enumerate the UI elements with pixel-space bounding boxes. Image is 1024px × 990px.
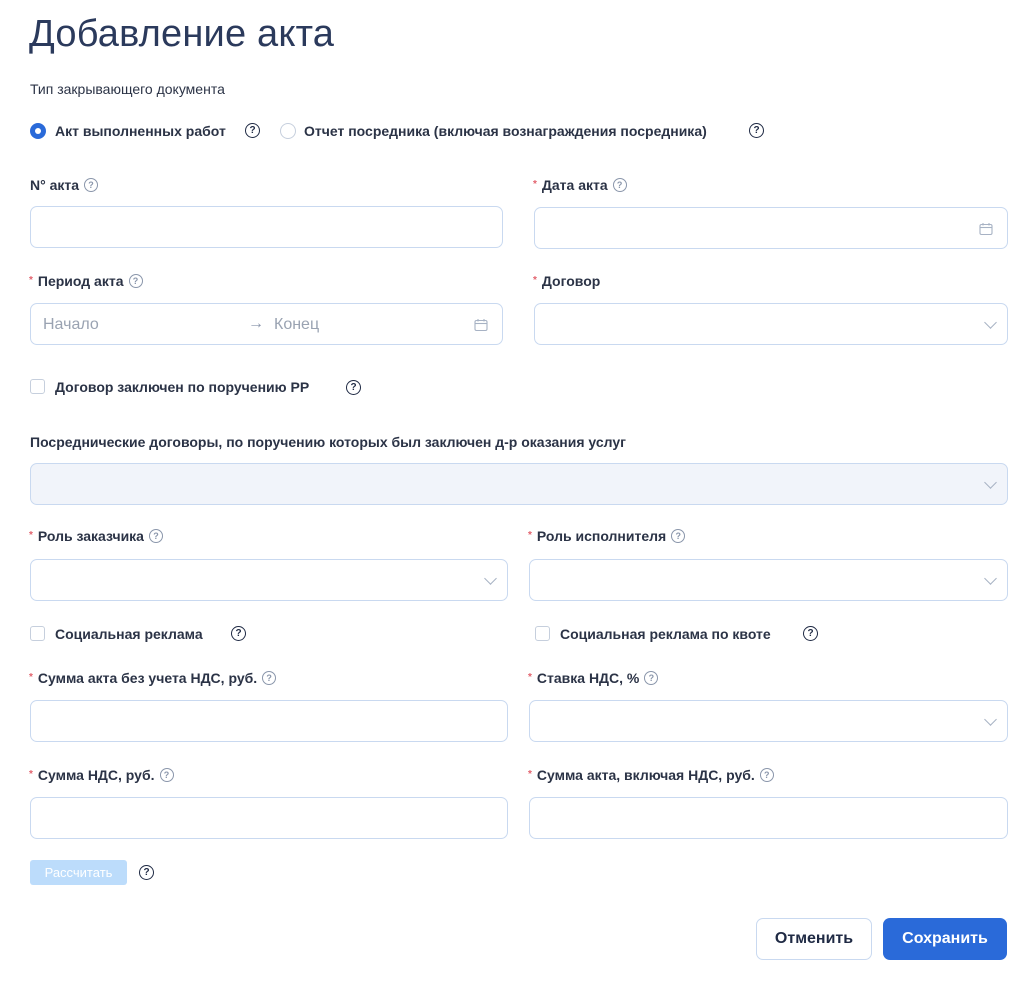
doc-type-label: Тип закрывающего документа bbox=[30, 81, 225, 97]
range-arrow-icon: → bbox=[248, 315, 264, 332]
help-icon[interactable]: ? bbox=[749, 123, 764, 138]
amount-with-vat-label-text: Сумма акта, включая НДС, руб. bbox=[536, 767, 755, 783]
help-icon[interactable]: ? bbox=[612, 178, 627, 192]
act-period-range[interactable]: Начало → Конец bbox=[30, 303, 503, 345]
required-mark: * bbox=[533, 178, 537, 190]
chevron-down-icon bbox=[484, 572, 497, 585]
amount-with-vat-field[interactable] bbox=[529, 797, 1008, 839]
customer-role-select[interactable] bbox=[30, 559, 508, 601]
act-date-label: * Дата акта ? bbox=[533, 177, 627, 193]
vat-amount-field[interactable] bbox=[30, 797, 508, 839]
required-mark: * bbox=[29, 671, 33, 683]
contract-rr-label: Договор заключен по поручению РР bbox=[55, 379, 310, 395]
act-period-label: * Период акта ? bbox=[29, 273, 143, 289]
social-ad-quota-label: Социальная реклама по квоте bbox=[560, 626, 771, 642]
cancel-button[interactable]: Отменить bbox=[756, 918, 872, 960]
help-icon[interactable]: ? bbox=[245, 123, 260, 138]
vat-amount-label-text: Сумма НДС, руб. bbox=[37, 767, 155, 783]
required-mark: * bbox=[528, 529, 532, 541]
contract-select[interactable] bbox=[534, 303, 1008, 345]
help-icon[interactable]: ? bbox=[644, 671, 659, 685]
help-icon[interactable]: ? bbox=[346, 380, 361, 395]
act-number-label-text: N° акта bbox=[30, 177, 80, 193]
social-ad-quota-checkbox[interactable] bbox=[535, 626, 550, 641]
amount-no-vat-field[interactable] bbox=[30, 700, 508, 742]
help-icon[interactable]: ? bbox=[803, 626, 818, 641]
amount-no-vat-input[interactable] bbox=[31, 701, 507, 741]
act-date-label-text: Дата акта bbox=[541, 177, 608, 193]
required-mark: * bbox=[528, 671, 532, 683]
contract-label-text: Договор bbox=[541, 273, 601, 289]
help-icon[interactable]: ? bbox=[139, 865, 154, 880]
save-button[interactable]: Сохранить bbox=[883, 918, 1007, 960]
radio-agent-report-label: Отчет посредника (включая вознаграждения… bbox=[304, 123, 707, 139]
help-icon[interactable]: ? bbox=[759, 768, 774, 782]
help-icon[interactable]: ? bbox=[84, 178, 99, 192]
amount-with-vat-input[interactable] bbox=[530, 798, 1007, 838]
social-ad-label: Социальная реклама bbox=[55, 626, 203, 642]
customer-role-label-text: Роль заказчика bbox=[37, 528, 144, 544]
calculate-button[interactable]: Рассчитать bbox=[30, 860, 127, 885]
help-icon[interactable]: ? bbox=[231, 626, 246, 641]
executor-role-label: * Роль исполнителя ? bbox=[528, 528, 686, 544]
page-title: Добавление акта bbox=[29, 13, 335, 55]
vat-rate-select[interactable] bbox=[529, 700, 1008, 742]
period-end-input[interactable]: Конец bbox=[274, 316, 319, 334]
executor-role-select[interactable] bbox=[529, 559, 1008, 601]
calendar-icon[interactable] bbox=[474, 318, 488, 332]
executor-role-label-text: Роль исполнителя bbox=[536, 528, 667, 544]
amount-no-vat-label-text: Сумма акта без учета НДС, руб. bbox=[37, 670, 258, 686]
customer-role-label: * Роль заказчика ? bbox=[29, 528, 163, 544]
amount-no-vat-label: * Сумма акта без учета НДС, руб. ? bbox=[29, 670, 277, 686]
act-number-input[interactable] bbox=[31, 207, 502, 247]
vat-amount-label: * Сумма НДС, руб. ? bbox=[29, 767, 174, 783]
radio-act-works-label: Акт выполненных работ bbox=[55, 123, 226, 139]
chevron-down-icon bbox=[984, 316, 997, 329]
vat-amount-input[interactable] bbox=[31, 798, 507, 838]
required-mark: * bbox=[533, 274, 537, 286]
chevron-down-icon bbox=[984, 713, 997, 726]
required-mark: * bbox=[29, 768, 33, 780]
required-mark: * bbox=[29, 529, 33, 541]
act-number-field[interactable] bbox=[30, 206, 503, 248]
help-icon[interactable]: ? bbox=[159, 768, 174, 782]
period-start-input[interactable]: Начало bbox=[43, 316, 99, 334]
help-icon[interactable]: ? bbox=[128, 274, 143, 288]
required-mark: * bbox=[528, 768, 532, 780]
contract-rr-checkbox[interactable] bbox=[30, 379, 45, 394]
vat-rate-label: * Ставка НДС, % ? bbox=[528, 670, 659, 686]
help-icon[interactable]: ? bbox=[262, 671, 277, 685]
required-mark: * bbox=[29, 274, 33, 286]
intermediary-contracts-label: Посреднические договоры, по поручению ко… bbox=[30, 434, 626, 450]
chevron-down-icon bbox=[984, 476, 997, 489]
social-ad-checkbox[interactable] bbox=[30, 626, 45, 641]
act-period-label-text: Период акта bbox=[37, 273, 124, 289]
contract-label: * Договор bbox=[533, 273, 600, 289]
radio-act-works[interactable] bbox=[30, 123, 46, 139]
amount-with-vat-label: * Сумма акта, включая НДС, руб. ? bbox=[528, 767, 774, 783]
vat-rate-label-text: Ставка НДС, % bbox=[536, 670, 640, 686]
act-number-label: N° акта ? bbox=[30, 177, 99, 193]
chevron-down-icon bbox=[984, 572, 997, 585]
radio-agent-report[interactable] bbox=[280, 123, 296, 139]
help-icon[interactable]: ? bbox=[671, 529, 686, 543]
calendar-icon[interactable] bbox=[979, 222, 993, 236]
act-date-field[interactable] bbox=[534, 207, 1008, 249]
help-icon[interactable]: ? bbox=[148, 529, 163, 543]
intermediary-contracts-select[interactable] bbox=[30, 463, 1008, 505]
